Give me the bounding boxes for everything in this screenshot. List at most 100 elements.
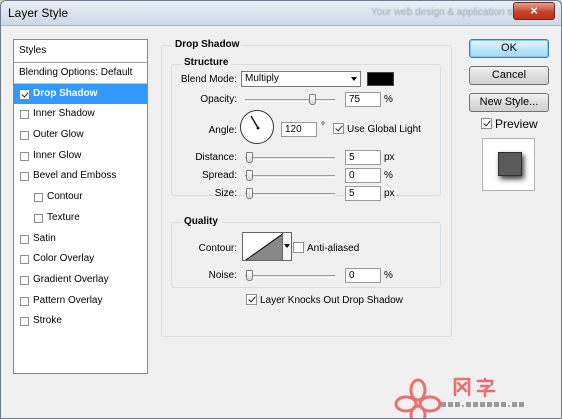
style-item-label: Color Overlay — [33, 253, 95, 265]
style-item-label: Drop Shadow — [33, 87, 98, 99]
faint-title-text: Your web design & application studio — [371, 7, 535, 18]
angle-dial-needle — [250, 115, 260, 130]
style-item-contour[interactable]: Contour — [14, 187, 147, 208]
style-item-gradient-overlay[interactable]: Gradient Overlay — [14, 270, 147, 291]
watermark-url-picture — [441, 402, 524, 407]
style-item-label: Texture — [47, 211, 80, 223]
contour-curve-icon — [244, 233, 282, 260]
anti-aliased-checkbox[interactable] — [293, 242, 304, 253]
style-item-pattern-overlay[interactable]: Pattern Overlay — [14, 291, 147, 312]
noise-label: Noise: — [208, 270, 237, 281]
spread-slider-track[interactable] — [245, 175, 335, 178]
style-item-drop-shadow[interactable]: Drop Shadow — [14, 83, 147, 105]
styles-list: Styles Blending Options: Default Drop Sha… — [13, 39, 148, 374]
preview-thumbnail — [482, 138, 535, 191]
size-label: Size: — [214, 188, 237, 199]
shadow-color-swatch[interactable] — [367, 72, 394, 86]
contour-dropdown-button[interactable] — [283, 232, 292, 261]
close-icon: × — [530, 3, 538, 18]
style-item-checkbox[interactable] — [20, 110, 29, 120]
style-item-checkbox[interactable] — [34, 213, 43, 223]
watermark-flower-logo — [394, 378, 442, 418]
spread-slider-thumb[interactable] — [246, 170, 253, 181]
style-item-inner-glow[interactable]: Inner Glow — [14, 146, 147, 167]
opacity-slider-thumb[interactable] — [309, 94, 316, 105]
style-item-checkbox[interactable] — [20, 131, 29, 141]
style-item-stroke[interactable]: Stroke — [14, 311, 147, 332]
distance-input[interactable]: 5 — [345, 150, 381, 165]
style-item-checkbox[interactable] — [34, 193, 43, 203]
drop-shadow-group-title: Drop Shadow — [172, 39, 243, 50]
watermark-glyphs-picture — [453, 377, 496, 398]
opacity-label: Opacity: — [200, 94, 237, 105]
style-item-checkbox[interactable] — [20, 89, 29, 99]
style-item-texture[interactable]: Texture — [14, 208, 147, 229]
close-button[interactable]: × — [513, 2, 555, 20]
opacity-input[interactable]: 75 — [345, 92, 381, 107]
style-item-inner-shadow[interactable]: Inner Shadow — [14, 104, 147, 125]
dialog-body: Styles Blending Options: Default Drop Sha… — [1, 27, 561, 418]
style-item-label: Contour — [47, 191, 83, 203]
styles-items: Blending Options: Default Drop Shadow Inne… — [14, 63, 147, 332]
noise-slider-thumb[interactable] — [246, 270, 253, 281]
new-style-button[interactable]: New Style... — [469, 93, 549, 112]
style-item-checkbox[interactable] — [20, 296, 29, 306]
style-item-blending-options-default[interactable]: Blending Options: Default — [14, 63, 147, 84]
preview-checkbox[interactable] — [481, 118, 492, 129]
title-bar[interactable]: Layer Style Your web design & applicatio… — [1, 1, 561, 26]
chevron-down-icon — [284, 244, 290, 248]
cancel-button[interactable]: Cancel — [469, 66, 549, 85]
style-item-checkbox[interactable] — [20, 317, 29, 327]
spread-unit: % — [384, 170, 393, 181]
angle-dial[interactable] — [240, 110, 274, 144]
size-slider-thumb[interactable] — [246, 188, 253, 199]
angle-label: Angle: — [208, 125, 237, 136]
spread-label: Spread: — [201, 170, 237, 181]
layer-style-dialog: Layer Style Your web design & applicatio… — [0, 0, 562, 419]
style-item-checkbox[interactable] — [20, 275, 29, 285]
style-item-checkbox[interactable] — [20, 172, 29, 182]
size-input[interactable]: 5 — [345, 186, 381, 201]
style-item-color-overlay[interactable]: Color Overlay — [14, 249, 147, 270]
style-item-checkbox[interactable] — [20, 151, 29, 161]
size-slider-track[interactable] — [245, 193, 335, 196]
layer-knocks-out-checkbox[interactable] — [246, 294, 257, 305]
spread-input[interactable]: 0 — [345, 168, 381, 183]
layer-knocks-out-label: Layer Knocks Out Drop Shadow — [260, 295, 403, 306]
contour-preview[interactable] — [242, 232, 283, 261]
size-unit: px — [384, 188, 395, 199]
blend-mode-value: Multiply — [245, 73, 279, 84]
preview-shape — [498, 152, 522, 176]
styles-list-header[interactable]: Styles — [14, 40, 147, 63]
opacity-slider-track[interactable] — [245, 99, 335, 102]
style-item-label: Inner Glow — [33, 149, 82, 161]
noise-slider-track[interactable] — [245, 275, 335, 278]
style-item-label: Inner Shadow — [33, 108, 95, 120]
blend-mode-select[interactable]: Multiply — [241, 71, 361, 87]
style-item-label: Pattern Overlay — [33, 294, 103, 306]
style-item-label: Gradient Overlay — [33, 273, 109, 285]
distance-slider-thumb[interactable] — [246, 152, 253, 163]
ok-button[interactable]: OK — [469, 39, 549, 58]
angle-input[interactable]: 120 — [281, 122, 317, 137]
structure-group-title: Structure — [181, 57, 232, 68]
style-item-satin[interactable]: Satin — [14, 229, 147, 250]
opacity-unit: % — [384, 94, 393, 105]
distance-label: Distance: — [195, 152, 237, 163]
use-global-light-label: Use Global Light — [347, 124, 421, 135]
style-item-outer-glow[interactable]: Outer Glow — [14, 125, 147, 146]
noise-input[interactable]: 0 — [345, 268, 381, 283]
style-item-label: Satin — [33, 232, 56, 244]
style-item-checkbox[interactable] — [20, 255, 29, 265]
style-item-label: Stroke — [33, 315, 62, 327]
distance-slider-track[interactable] — [245, 157, 335, 160]
contour-label: Contour: — [198, 243, 237, 254]
style-item-label: Bevel and Emboss — [33, 170, 117, 182]
noise-unit: % — [384, 270, 393, 281]
style-item-checkbox[interactable] — [20, 234, 29, 244]
use-global-light-checkbox[interactable] — [333, 123, 344, 134]
style-item-bevel-and-emboss[interactable]: Bevel and Emboss — [14, 166, 147, 187]
preview-label: Preview — [495, 117, 538, 131]
watermark-url — [441, 401, 527, 411]
window-title: Layer Style — [8, 6, 69, 20]
